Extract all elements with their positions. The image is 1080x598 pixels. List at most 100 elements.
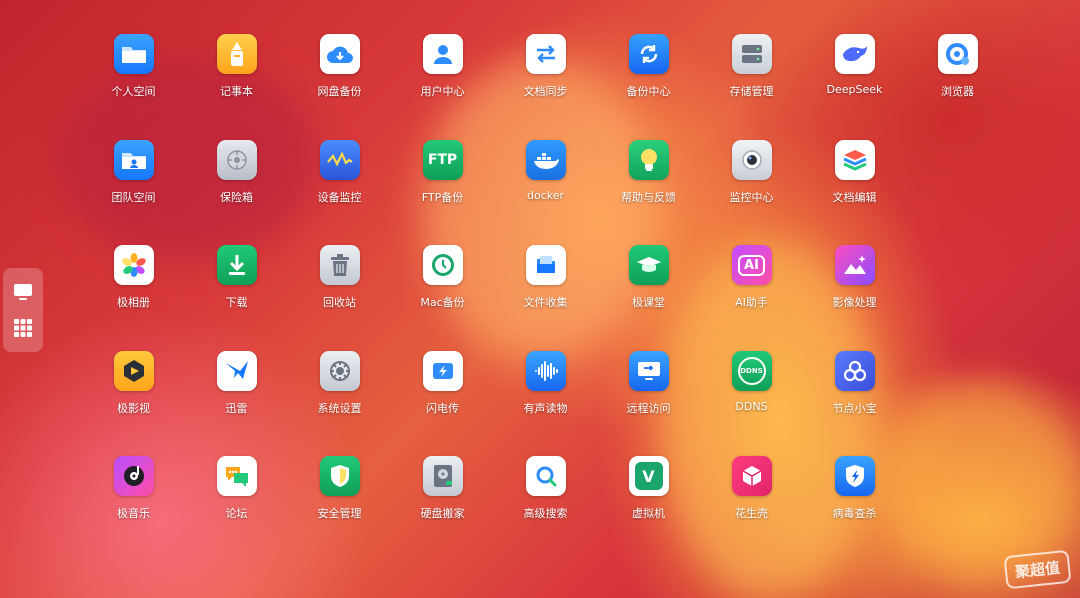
app-thunder[interactable]: 迅雷 xyxy=(185,350,288,457)
app-cloud-backup[interactable]: 网盘备份 xyxy=(288,34,391,140)
app-label: 安全管理 xyxy=(317,507,362,520)
user-icon xyxy=(422,34,463,74)
app-mac-backup[interactable]: Mac备份 xyxy=(391,245,494,351)
desktop: 个人空间 记事本 网盘备份 用户中心 文档同步 备份中心 存储管理 DeepSe… xyxy=(0,0,1080,598)
dock-sidebar xyxy=(3,268,43,352)
app-advanced-search[interactable]: 高级搜索 xyxy=(494,456,597,562)
app-forum[interactable]: 论坛 xyxy=(185,456,288,562)
monitor-icon xyxy=(14,284,32,300)
app-ftp-backup[interactable]: FTP FTP备份 xyxy=(391,139,494,246)
app-browser[interactable]: 浏览器 xyxy=(906,34,1009,140)
lightning-transfer-icon xyxy=(422,350,463,391)
app-classroom[interactable]: 极课堂 xyxy=(597,245,700,351)
app-file-collect[interactable]: 文件收集 xyxy=(494,245,597,351)
app-virtual-machine[interactable]: V 虚拟机 xyxy=(597,456,700,562)
antivirus-shield-icon xyxy=(834,456,875,496)
app-music[interactable]: 极音乐 xyxy=(82,456,185,562)
app-label: 系统设置 xyxy=(317,401,362,415)
safe-icon xyxy=(216,139,257,180)
app-storage-manager[interactable]: 存储管理 xyxy=(700,34,803,140)
app-label: 记事本 xyxy=(220,85,253,98)
ai-glyph: AI xyxy=(738,254,765,276)
lightbulb-icon xyxy=(628,139,669,180)
app-notepad[interactable]: 记事本 xyxy=(185,34,288,140)
app-label: 迅雷 xyxy=(225,401,248,415)
app-grid-button[interactable] xyxy=(11,316,35,340)
app-flash-transfer[interactable]: 闪电传 xyxy=(391,350,494,457)
download-icon xyxy=(216,245,257,285)
app-personal-space[interactable]: 个人空间 xyxy=(82,34,185,140)
sync-arrows-icon xyxy=(525,34,566,74)
app-image-process[interactable]: 影像处理 xyxy=(803,245,906,351)
folder-icon xyxy=(113,34,154,74)
app-monitor-center[interactable]: 监控中心 xyxy=(700,139,803,246)
time-machine-icon xyxy=(422,245,463,285)
camera-icon xyxy=(731,139,772,180)
app-label: 有声读物 xyxy=(523,401,568,415)
app-empty-slot xyxy=(906,245,1009,351)
hard-drive-icon xyxy=(422,456,463,496)
app-photos[interactable]: 极相册 xyxy=(82,245,185,351)
cloud-upload-icon xyxy=(319,34,360,74)
app-ai-assistant[interactable]: AI AI助手 xyxy=(700,245,803,351)
app-help-feedback[interactable]: 帮助与反馈 xyxy=(597,139,700,246)
file-collect-icon xyxy=(525,245,566,285)
app-backup-center[interactable]: 备份中心 xyxy=(597,34,700,140)
app-download[interactable]: 下载 xyxy=(185,245,288,351)
notepad-icon xyxy=(216,34,257,74)
graduation-cap-icon xyxy=(628,245,669,285)
app-recycle-bin[interactable]: 回收站 xyxy=(288,245,391,351)
app-remote-access[interactable]: 远程访问 xyxy=(597,350,700,457)
search-icon xyxy=(525,456,566,496)
app-disk-migrate[interactable]: 硬盘搬家 xyxy=(391,456,494,562)
app-ddns[interactable]: DDNS DDNS xyxy=(700,350,803,457)
app-label: Mac备份 xyxy=(420,296,465,309)
waveform-monitor-icon xyxy=(319,139,360,180)
app-label: 虚拟机 xyxy=(632,507,665,520)
app-doc-sync[interactable]: 文档同步 xyxy=(494,34,597,140)
app-label: 远程访问 xyxy=(626,401,671,415)
video-icon xyxy=(113,350,154,391)
app-system-settings[interactable]: 系统设置 xyxy=(288,350,391,457)
app-video[interactable]: 极影视 xyxy=(82,350,185,457)
whale-icon xyxy=(834,34,875,74)
app-label: 个人空间 xyxy=(111,85,156,98)
desktop-view-button[interactable] xyxy=(11,280,35,304)
app-label: 监控中心 xyxy=(729,190,774,204)
app-label: 文件收集 xyxy=(523,296,568,309)
app-antivirus[interactable]: 病毒查杀 xyxy=(803,456,906,562)
app-node-box[interactable]: 节点小宝 xyxy=(803,350,906,457)
ai-assistant-icon: AI xyxy=(731,245,772,285)
app-label: 设备监控 xyxy=(317,190,362,204)
app-label: AI助手 xyxy=(735,296,768,309)
ftp-icon: FTP xyxy=(422,139,463,180)
app-label: 节点小宝 xyxy=(832,401,877,415)
app-label: 文档编辑 xyxy=(832,190,877,204)
app-label: DDNS xyxy=(735,399,768,413)
app-label: 论坛 xyxy=(225,507,248,520)
app-label: 极音乐 xyxy=(117,507,150,520)
app-safe[interactable]: 保险箱 xyxy=(185,139,288,246)
app-label: 备份中心 xyxy=(626,85,671,98)
app-label: 极相册 xyxy=(117,296,150,309)
ftp-glyph: FTP xyxy=(427,151,458,168)
ddns-globe-icon: DDNS xyxy=(731,350,772,391)
app-label: 极课堂 xyxy=(632,296,665,309)
app-security-manager[interactable]: 安全管理 xyxy=(288,456,391,562)
app-label: DeepSeek xyxy=(826,83,883,96)
app-user-center[interactable]: 用户中心 xyxy=(391,34,494,140)
app-docker[interactable]: docker xyxy=(494,139,597,246)
app-team-space[interactable]: 团队空间 xyxy=(82,139,185,246)
app-audiobooks[interactable]: 有声读物 xyxy=(494,350,597,457)
ddns-glyph: DDNS xyxy=(740,366,763,375)
app-peanut-shell[interactable]: 花生壳 xyxy=(700,456,803,562)
app-deepseek[interactable]: DeepSeek xyxy=(803,34,906,140)
audio-wave-icon xyxy=(525,350,566,391)
shield-check-icon xyxy=(319,456,360,496)
app-device-monitor[interactable]: 设备监控 xyxy=(288,139,391,246)
app-label: 浏览器 xyxy=(941,85,974,98)
remote-desktop-icon xyxy=(628,350,669,391)
app-label: FTP备份 xyxy=(421,190,464,204)
app-doc-edit[interactable]: 文档编辑 xyxy=(803,139,906,246)
music-disc-icon xyxy=(113,456,154,496)
